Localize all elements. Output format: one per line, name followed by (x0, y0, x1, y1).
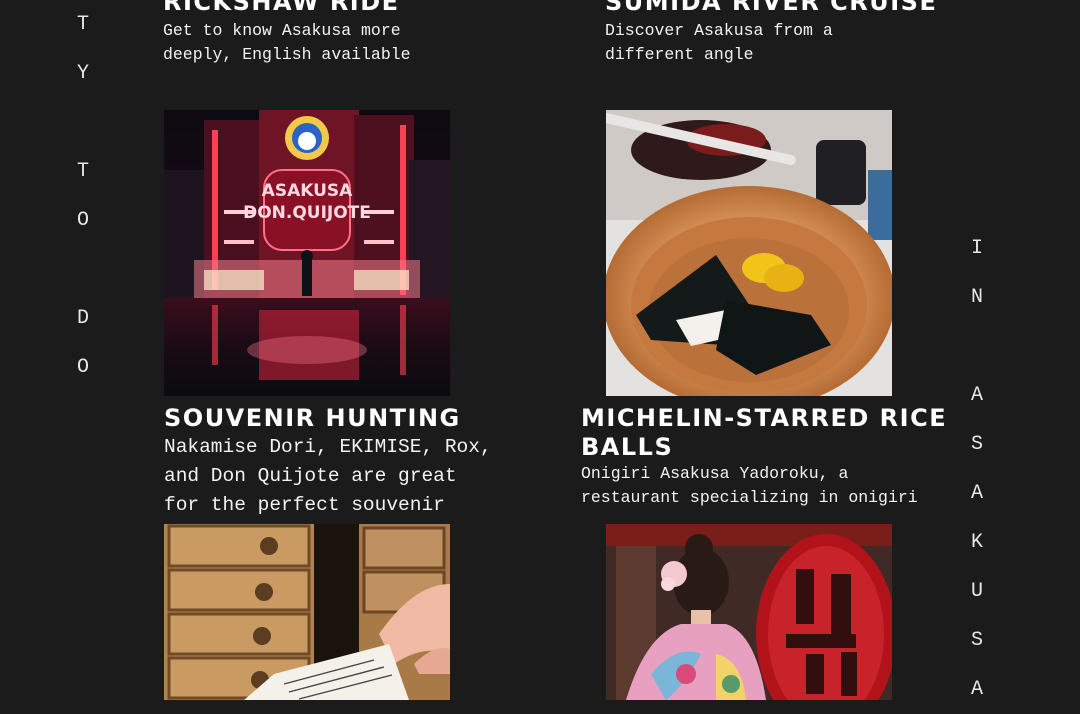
vertical-letter: A (971, 678, 984, 701)
vertical-letter: A (971, 482, 984, 505)
card-title-rice-balls: MICHELIN-STARRED RICE BALLS (581, 404, 948, 461)
vertical-letter: U (971, 580, 984, 603)
card-description-rice-balls: Onigiri Asakusa Yadoroku, a restaurant s… (581, 464, 918, 507)
vertical-letter: O (77, 356, 90, 379)
vertical-letter: T (77, 13, 90, 36)
card-title-souvenir: SOUVENIR HUNTING (164, 404, 461, 432)
vertical-letter: O (77, 209, 90, 232)
fortune-drawers-photo (164, 524, 450, 700)
vertical-letter: T (77, 160, 90, 183)
don-quijote-photo: ASAKUSA DON.QUIJOTE (164, 110, 450, 396)
right-vertical-text: I N A S A K U S A (971, 224, 983, 714)
card-title-river-cruise: SUMIDA RIVER CRUISE (605, 0, 938, 16)
card-description-souvenir: Nakamise Dori, EKIMISE, Rox, and Don Qui… (164, 436, 492, 516)
card-description-river-cruise: Discover Asakusa from a different angle (605, 21, 833, 64)
onigiri-photo (606, 110, 892, 396)
vertical-letter: A (971, 384, 984, 407)
card-title-rickshaw: RICKSHAW RIDE (163, 0, 400, 16)
vertical-letter: K (971, 531, 984, 554)
left-vertical-text: T Y T O D O (77, 0, 89, 392)
vertical-letter: Y (77, 62, 90, 85)
vertical-letter: I (971, 237, 984, 260)
vertical-letter: N (971, 286, 984, 309)
vertical-letter: D (77, 307, 90, 330)
vertical-letter: S (971, 433, 984, 456)
vertical-letter: S (971, 629, 984, 652)
card-description-rickshaw: Get to know Asakusa more deeply, English… (163, 21, 411, 64)
kimono-lantern-photo (606, 524, 892, 700)
